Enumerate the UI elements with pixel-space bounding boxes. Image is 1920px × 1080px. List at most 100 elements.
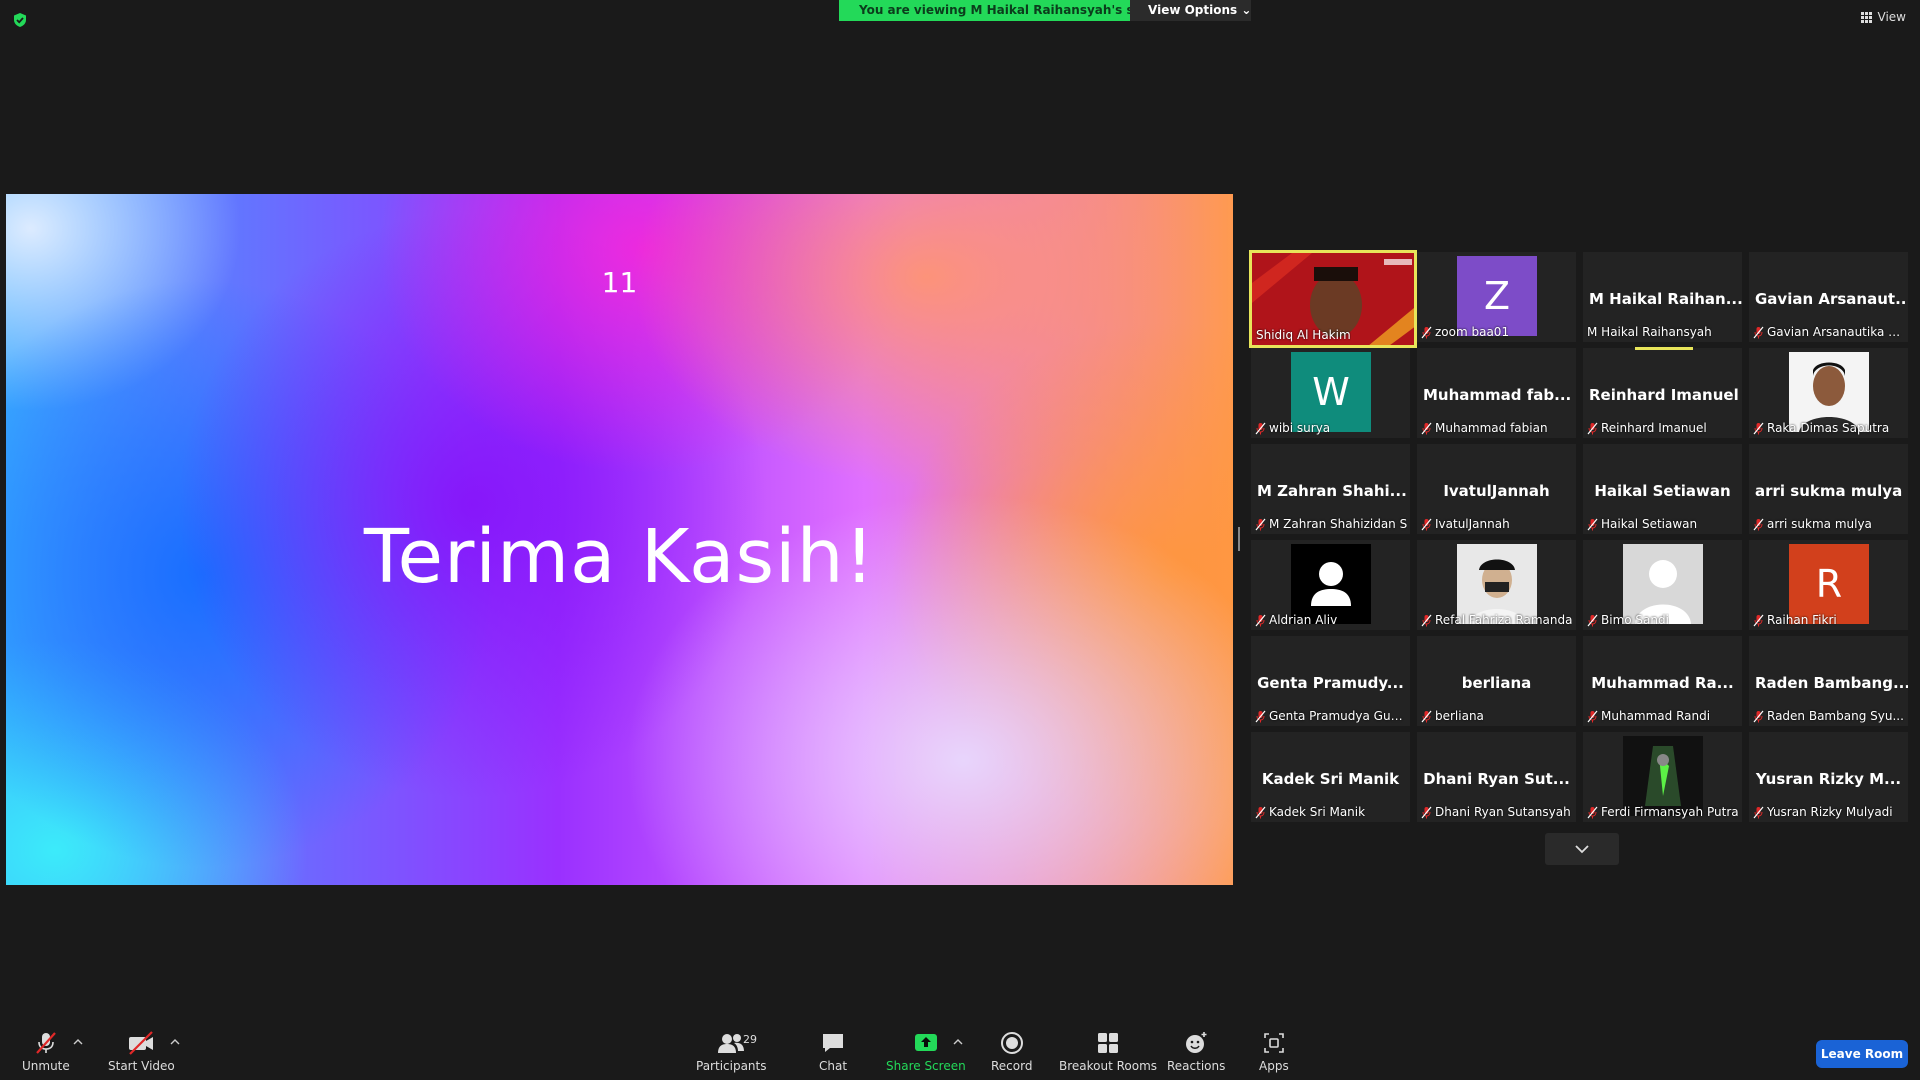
participant-tile[interactable]: Muhammad Ra... Muhammad Randi [1583, 636, 1742, 726]
muted-mic-icon [1421, 806, 1432, 818]
participant-name-tag: Reinhard Imanuel [1587, 421, 1707, 435]
audio-options-caret-icon[interactable] [73, 1038, 83, 1046]
chevron-down-icon [1575, 845, 1589, 854]
participant-tile[interactable]: berliana berliana [1417, 636, 1576, 726]
participant-name: wibi surya [1269, 421, 1331, 435]
participant-name-tag: Yusran Rizky Mulyadi [1753, 805, 1893, 819]
default-avatar-icon [1291, 544, 1371, 624]
participant-display-name: Muhammad Ra... [1591, 674, 1734, 692]
leave-room-button[interactable]: Leave Room [1816, 1040, 1908, 1068]
record-icon [1000, 1032, 1023, 1054]
participant-display-name: Kadek Sri Manik [1261, 770, 1400, 788]
participant-tile[interactable]: Shidiq Al Hakim [1249, 250, 1417, 348]
breakout-rooms-button[interactable]: Breakout Rooms [1059, 1030, 1157, 1073]
participant-name-tag: Genta Pramudya Gun... [1255, 709, 1409, 723]
participant-tile[interactable]: Dhani Ryan Sut... Dhani Ryan Sutansyah [1417, 732, 1576, 822]
apps-button[interactable]: Apps [1259, 1030, 1289, 1073]
participant-name-tag: Bimo Sandi [1587, 613, 1669, 627]
speaking-indicator [1635, 347, 1693, 350]
participant-tile[interactable]: arri sukma mulya arri sukma mulya [1749, 444, 1908, 534]
participant-name-tag: M Haikal Raihansyah [1587, 325, 1712, 339]
participant-tile[interactable]: Gavian Arsanaut... Gavian Arsanautika Al.… [1749, 252, 1908, 342]
start-video-label: Start Video [108, 1059, 175, 1073]
muted-mic-icon [1753, 614, 1764, 626]
participant-name: Muhammad fabian [1435, 421, 1548, 435]
participant-photo [1623, 544, 1703, 624]
participant-name: Ferdi Firmansyah Putra [1601, 805, 1739, 819]
gallery-next-page-button[interactable] [1545, 833, 1619, 865]
reactions-button[interactable]: Reactions [1167, 1030, 1225, 1073]
muted-mic-icon [1753, 710, 1764, 722]
participant-tile[interactable]: Ferdi Firmansyah Putra [1583, 732, 1742, 822]
participant-tile[interactable]: M Zahran Shahi... M Zahran Shahizidan S [1251, 444, 1410, 534]
participants-icon [718, 1034, 745, 1053]
muted-mic-icon [1421, 326, 1432, 338]
shared-screen[interactable]: 11 Terima Kasih! [6, 194, 1233, 885]
share-options-caret-icon[interactable] [953, 1038, 963, 1046]
muted-mic-icon [1587, 614, 1598, 626]
record-button[interactable]: Record [991, 1030, 1032, 1073]
participant-tile[interactable]: M Haikal Raihan... M Haikal Raihansyah [1583, 252, 1742, 342]
participant-tile[interactable]: Bimo Sandi [1583, 540, 1742, 630]
participant-name-tag: Refal Fahriza Ramanda [1421, 613, 1572, 627]
participant-tile[interactable]: Zzoom baa01 [1417, 252, 1576, 342]
muted-mic-icon [1753, 422, 1764, 434]
view-button[interactable]: View [1860, 10, 1906, 24]
participant-name-tag: berliana [1421, 709, 1484, 723]
participant-name: Haikal Setiawan [1601, 517, 1698, 531]
participant-tile[interactable]: Wwibi surya [1251, 348, 1410, 438]
participant-name-tag: Muhammad Randi [1587, 709, 1710, 723]
video-options-caret-icon[interactable] [170, 1038, 180, 1046]
participant-tile[interactable]: Raden Bambang... Raden Bambang Syu... [1749, 636, 1908, 726]
participant-name: Raihan Fikri [1767, 613, 1837, 627]
view-options-button[interactable]: View Options ⌄ [1130, 0, 1251, 21]
muted-mic-icon [1587, 422, 1598, 434]
participant-name-tag: M Zahran Shahizidan S [1255, 517, 1407, 531]
muted-mic-icon [1421, 422, 1432, 434]
muted-mic-icon [1421, 710, 1432, 722]
participant-name-tag: Shidiq Al Hakim [1256, 328, 1351, 342]
apps-icon [1264, 1033, 1284, 1053]
participant-display-name: Gavian Arsanaut... [1755, 290, 1908, 308]
participant-name-tag: Ferdi Firmansyah Putra [1587, 805, 1739, 819]
encryption-shield-icon[interactable] [12, 12, 28, 28]
share-screen-button[interactable]: Share Screen [886, 1030, 966, 1073]
participant-name: Aldrian Aliv [1269, 613, 1338, 627]
splitter-handle[interactable] [1238, 527, 1240, 551]
participant-tile[interactable]: Yusran Rizky M... Yusran Rizky Mulyadi [1749, 732, 1908, 822]
participant-avatar: R [1789, 544, 1869, 624]
participant-tile[interactable]: Genta Pramudy... Genta Pramudya Gun... [1251, 636, 1410, 726]
record-label: Record [991, 1059, 1033, 1073]
participant-tile[interactable]: R Raihan Fikri [1749, 540, 1908, 630]
participant-name-tag: zoom baa01 [1421, 325, 1509, 339]
muted-mic-icon [1753, 518, 1764, 530]
participant-count: 29 [743, 1033, 757, 1046]
participant-tile[interactable]: IvatulJannah IvatulJannah [1417, 444, 1576, 534]
participant-tile[interactable]: Aldrian Aliv [1251, 540, 1410, 630]
participant-avatar: Z [1457, 256, 1537, 336]
participant-tile[interactable]: Reinhard Imanuel Reinhard Imanuel [1583, 348, 1742, 438]
participant-tile[interactable]: Raka Dimas Saputra [1749, 348, 1908, 438]
share-screen-label: Share Screen [886, 1059, 966, 1073]
breakout-rooms-label: Breakout Rooms [1059, 1059, 1158, 1073]
slide-title: Terima Kasih! [363, 514, 876, 600]
participant-name: Raka Dimas Saputra [1767, 421, 1890, 435]
start-video-button[interactable]: Start Video [108, 1030, 175, 1073]
participant-tile[interactable]: Kadek Sri Manik Kadek Sri Manik [1251, 732, 1410, 822]
slide-number: 11 [601, 266, 638, 299]
participant-tile[interactable]: Haikal Setiawan Haikal Setiawan [1583, 444, 1742, 534]
participant-name-tag: Raden Bambang Syu... [1753, 709, 1904, 723]
participant-display-name: berliana [1461, 674, 1532, 692]
participant-tile[interactable]: Muhammad fab... Muhammad fabian [1417, 348, 1576, 438]
participant-display-name: arri sukma mulya [1755, 482, 1903, 500]
participant-name: Refal Fahriza Ramanda [1435, 613, 1573, 627]
participant-name: Shidiq Al Hakim [1256, 328, 1351, 342]
participant-name-tag: Dhani Ryan Sutansyah [1421, 805, 1571, 819]
unmute-button[interactable]: Unmute [22, 1030, 70, 1073]
participant-name-tag: Raihan Fikri [1753, 613, 1837, 627]
participant-name-tag: IvatulJannah [1421, 517, 1510, 531]
participant-tile[interactable]: Refal Fahriza Ramanda [1417, 540, 1576, 630]
participant-name-tag: Gavian Arsanautika Al... [1753, 325, 1907, 339]
participant-display-name: Haikal Setiawan [1594, 482, 1731, 500]
chat-button[interactable]: Chat [819, 1030, 847, 1073]
